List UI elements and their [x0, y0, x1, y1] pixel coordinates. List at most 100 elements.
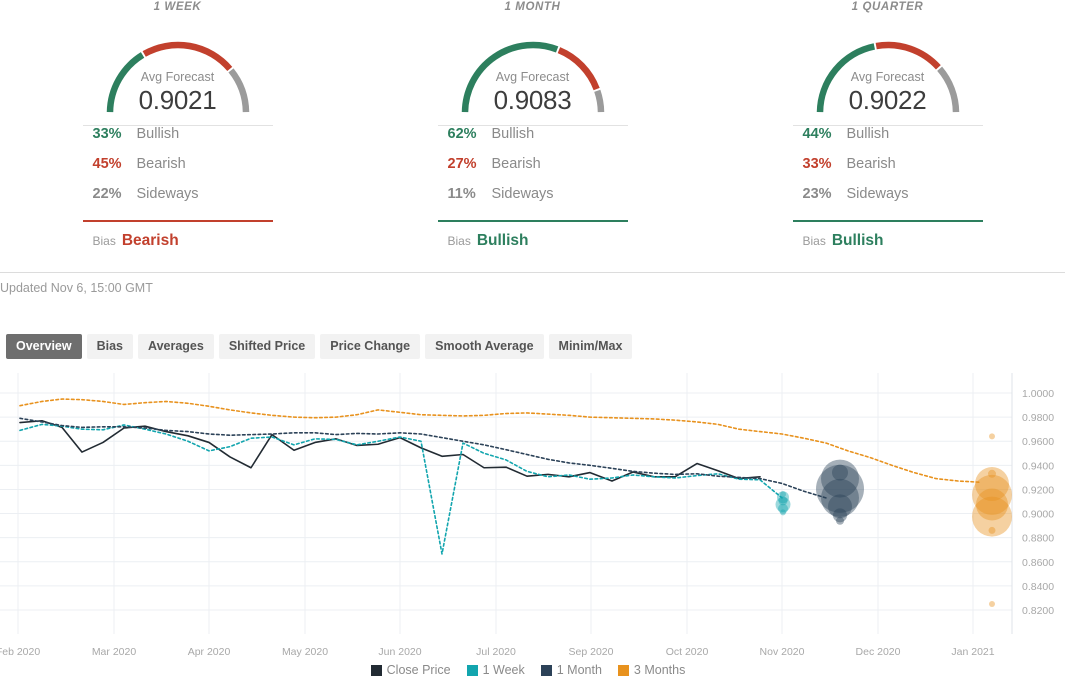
gauge-1-month: Avg Forecast 0.9083	[438, 17, 628, 115]
forecast-chart[interactable]: 1.0000 0.9800 0.9600 0.9400 0.9200 0.9000 0.88…	[0, 373, 1065, 681]
y-axis-tick-label: 0.9600	[1022, 436, 1054, 448]
x-axis-tick-label: Sep 2020	[569, 646, 614, 658]
y-axis-tick-label: 0.8800	[1022, 533, 1054, 545]
stat-row-bullish: 33% Bullish	[83, 126, 273, 156]
card-title: 1 MONTH	[504, 1, 561, 13]
sideways-percent: 23%	[802, 186, 832, 202]
legend-swatch-icon	[617, 664, 629, 676]
bullish-percent: 44%	[802, 126, 832, 142]
gauge-1-quarter: Avg Forecast 0.9022	[793, 17, 983, 115]
bias-value: Bearish	[121, 232, 179, 249]
tab-bias[interactable]: Bias	[86, 334, 133, 359]
legend-swatch-icon	[466, 664, 478, 676]
stat-row-bullish: 44% Bullish	[793, 126, 983, 156]
stat-row-sideways: 22% Sideways	[83, 186, 273, 216]
sideways-label: Sideways	[491, 186, 554, 202]
y-axis-tick-label: 0.9400	[1022, 460, 1054, 472]
tab-minim-max[interactable]: Minim/Max	[548, 334, 633, 359]
y-axis-tick-label: 0.9800	[1022, 412, 1054, 424]
bullish-percent: 62%	[447, 126, 477, 142]
forecast-card-1-month: 1 MONTH Avg Forecast 0.9083 62% Bullish …	[355, 0, 710, 272]
bias-value: Bullish	[831, 232, 884, 249]
bullish-label: Bullish	[491, 126, 535, 142]
bias-label: Bias	[92, 234, 116, 248]
forecast-bubble	[780, 509, 786, 516]
bullish-label: Bullish	[136, 126, 180, 142]
legend-label: Close Price	[386, 663, 451, 677]
legend-item[interactable]: 3 Months	[617, 663, 686, 677]
tab-averages[interactable]: Averages	[138, 334, 214, 359]
forecast-dashboard: 1 WEEK Avg Forecast 0.9021 33% Bullish 4…	[0, 0, 1065, 681]
bias-label: Bias	[447, 234, 471, 248]
sideways-percent: 22%	[92, 186, 122, 202]
legend-item[interactable]: 1 Month	[540, 663, 602, 677]
x-axis-tick-label: May 2020	[282, 646, 328, 658]
x-axis-tick-label: Jul 2020	[476, 646, 516, 658]
bearish-label: Bearish	[136, 156, 186, 172]
bearish-percent: 33%	[802, 156, 832, 172]
legend-swatch-icon	[540, 664, 552, 676]
bias-row: Bias Bullish	[438, 222, 628, 250]
bearish-percent: 45%	[92, 156, 122, 172]
card-title: 1 QUARTER	[851, 1, 924, 13]
tab-overview[interactable]: Overview	[6, 334, 82, 359]
gauge-caption: Avg Forecast	[495, 70, 570, 84]
bullish-label: Bullish	[846, 126, 890, 142]
forecast-card-1-week: 1 WEEK Avg Forecast 0.9021 33% Bullish 4…	[0, 0, 355, 272]
chart-legend: Close Price 1 Week 1 Month 3 Months	[0, 663, 1065, 677]
sideways-label: Sideways	[136, 186, 199, 202]
stat-row-bearish: 33% Bearish	[793, 156, 983, 186]
legend-item[interactable]: 1 Week	[466, 663, 525, 677]
stat-row-bearish: 27% Bearish	[438, 156, 628, 186]
y-axis-tick-label: 0.9000	[1022, 509, 1054, 521]
y-axis-tick-label: 0.8600	[1022, 557, 1054, 569]
x-axis-tick-label: Oct 2020	[666, 646, 709, 658]
stat-row-bearish: 45% Bearish	[83, 156, 273, 186]
gauge-value: 0.9022	[848, 85, 927, 115]
y-axis-tick-label: 0.8200	[1022, 605, 1054, 617]
gauge-value: 0.9021	[138, 85, 217, 115]
gauge-segment	[875, 41, 941, 70]
x-axis-tick-label: Mar 2020	[92, 646, 137, 658]
sideways-label: Sideways	[846, 186, 909, 202]
x-axis-tick-label: Jan 2021	[951, 646, 994, 658]
legend-label: 3 Months	[633, 663, 686, 677]
forecast-cards: 1 WEEK Avg Forecast 0.9021 33% Bullish 4…	[0, 0, 1065, 272]
chart-tabs: Overview Bias Averages Shifted Price Price C…	[6, 334, 633, 359]
tab-shifted-price[interactable]: Shifted Price	[218, 334, 316, 359]
gauge-1-week: Avg Forecast 0.9021	[83, 17, 273, 115]
legend-swatch-icon	[370, 664, 382, 676]
forecast-bubble	[989, 433, 995, 440]
forecast-bubble	[988, 526, 996, 534]
bearish-label: Bearish	[491, 156, 541, 172]
sideways-percent: 11%	[447, 186, 476, 202]
x-axis-tick-label: Jun 2020	[378, 646, 421, 658]
bearish-label: Bearish	[846, 156, 896, 172]
bias-row: Bias Bullish	[793, 222, 983, 250]
forecast-bubble	[989, 600, 995, 607]
forecast-bubble	[836, 516, 844, 525]
y-axis-tick-label: 0.9200	[1022, 484, 1054, 496]
forecast-card-1-quarter: 1 QUARTER Avg Forecast 0.9022 44% Bullis…	[710, 0, 1065, 272]
gauge-segment	[142, 41, 232, 72]
section-divider	[0, 272, 1065, 273]
legend-label: 1 Month	[556, 663, 602, 677]
tab-price-change[interactable]: Price Change	[320, 334, 421, 359]
x-axis-tick-label: Apr 2020	[188, 646, 231, 658]
bearish-percent: 27%	[447, 156, 477, 172]
x-axis-tick-label: Feb 2020	[0, 646, 40, 658]
legend-label: 1 Week	[482, 663, 525, 677]
x-axis-tick-label: Dec 2020	[856, 646, 901, 658]
bias-row: Bias Bearish	[83, 222, 273, 250]
chart-canvas[interactable]: 1.0000 0.9800 0.9600 0.9400 0.9200 0.9000 0.88…	[0, 373, 1065, 663]
y-axis-tick-label: 0.8400	[1022, 581, 1054, 593]
stat-row-bullish: 62% Bullish	[438, 126, 628, 156]
legend-item[interactable]: Close Price	[370, 663, 451, 677]
tab-smooth-average[interactable]: Smooth Average	[425, 334, 544, 359]
updated-timestamp: Updated Nov 6, 15:00 GMT	[0, 281, 153, 295]
gauge-caption: Avg Forecast	[140, 70, 215, 84]
gauge-value: 0.9083	[493, 85, 572, 115]
bias-value: Bullish	[476, 232, 529, 249]
x-axis-tick-label: Nov 2020	[760, 646, 805, 658]
bias-label: Bias	[802, 234, 826, 248]
